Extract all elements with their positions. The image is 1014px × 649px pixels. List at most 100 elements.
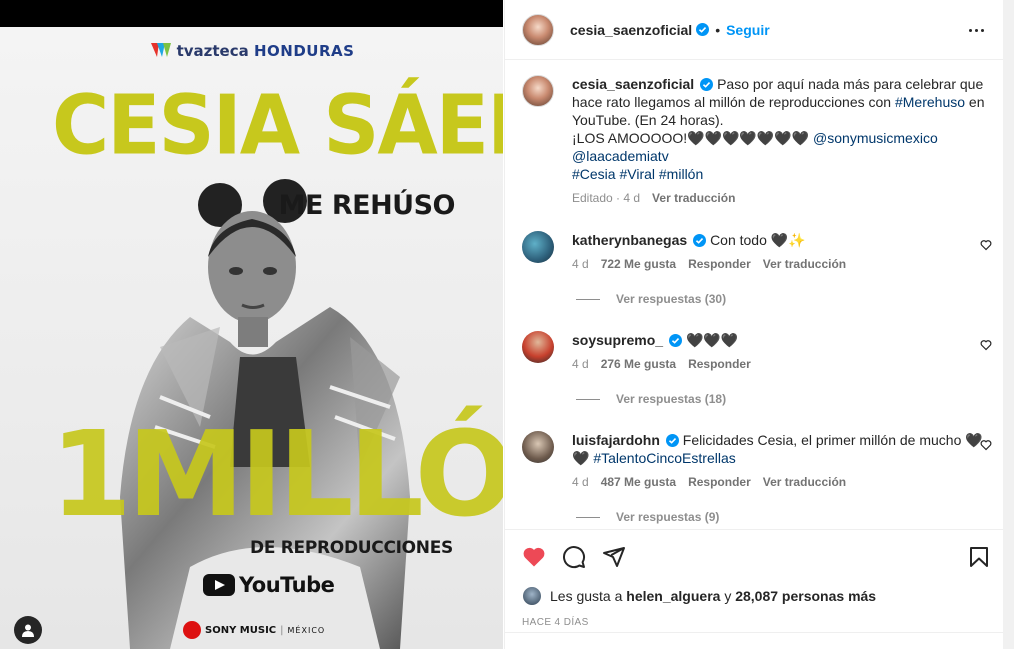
likes-summary: Les gusta a helen_alguera y 28,087 perso… — [522, 586, 876, 606]
more-options-button[interactable] — [966, 20, 986, 40]
caption-text: cesia_saenzoficial Paso por aquí nada má… — [572, 75, 992, 183]
view-replies-button[interactable]: Ver respuestas (30) — [576, 292, 726, 306]
poster-million: 1MILLÓN — [50, 405, 503, 543]
comment-username[interactable]: soysupremo_ — [572, 332, 663, 348]
brand-logo-row: tvazteca HONDURAS — [0, 41, 503, 60]
author-username[interactable]: cesia_saenzoficial — [570, 22, 692, 38]
youtube-play-icon — [203, 574, 235, 596]
comment-likes[interactable]: 722 Me gusta — [601, 257, 676, 271]
mention-laacademiatv[interactable]: @laacademiatv — [572, 148, 669, 164]
youtube-wordmark: YouTube — [239, 573, 335, 597]
comment-item: katherynbanegas Con todo 🖤✨ 4 d 722 Me g… — [522, 231, 992, 271]
sony-wordmark: SONY MUSIC — [205, 624, 277, 636]
poster-subtitle: ME REHÚSO — [278, 190, 456, 221]
translate-button[interactable]: Ver traducción — [763, 475, 846, 489]
brand-hn: HONDURAS — [253, 42, 355, 60]
poster-reproductions: DE REPRODUCCIONES — [250, 538, 453, 558]
comment-meta: 4 d 722 Me gusta Responder Ver traducció… — [572, 257, 992, 271]
comments-list: cesia_saenzoficial Paso por aquí nada má… — [505, 61, 1004, 529]
caption-translate-button[interactable]: Ver traducción — [652, 191, 735, 205]
likes-prefix: Les gusta a — [550, 588, 623, 604]
post-timestamp: HACE 4 DÍAS — [522, 617, 589, 628]
likes-connector: y — [724, 588, 732, 604]
caption: cesia_saenzoficial Paso por aquí nada má… — [522, 75, 992, 205]
view-replies-label: Ver respuestas (30) — [616, 292, 727, 306]
view-replies-button[interactable]: Ver respuestas (18) — [576, 392, 726, 406]
comment-username[interactable]: katherynbanegas — [572, 232, 687, 248]
heart-icon[interactable] — [522, 545, 546, 569]
caption-username[interactable]: cesia_saenzoficial — [572, 76, 694, 92]
liker-username[interactable]: helen_alguera — [626, 588, 720, 604]
verified-icon — [696, 23, 710, 36]
comment-body: Con todo 🖤✨ — [710, 232, 806, 248]
brand-tv: tvazteca — [176, 42, 249, 60]
caption-hashtags[interactable]: #Cesia #Viral #millón — [572, 166, 703, 182]
sony-country: MÉXICO — [287, 625, 326, 635]
comment-text: soysupremo_ 🖤🖤🖤 — [572, 331, 992, 349]
view-replies-label: Ver respuestas (9) — [616, 510, 720, 524]
like-comment-icon[interactable] — [980, 339, 992, 351]
caption-text-3: ¡LOS AMOOOOO!🖤🖤🖤🖤🖤🖤🖤 — [572, 130, 810, 146]
post-header: cesia_saenzoficial • Seguir — [505, 0, 1004, 60]
comment-text: katherynbanegas Con todo 🖤✨ — [572, 231, 992, 249]
likes-text: Les gusta a helen_alguera y 28,087 perso… — [550, 588, 876, 604]
post-image[interactable]: tvazteca HONDURAS CESIA SÁENZ — [0, 27, 503, 649]
comment-likes[interactable]: 276 Me gusta — [601, 357, 676, 371]
comment-username[interactable]: luisfajardohn — [572, 432, 660, 448]
follow-button[interactable]: Seguir — [726, 22, 770, 38]
scrollbar[interactable] — [1003, 0, 1014, 649]
verified-icon — [669, 334, 683, 347]
more-icon — [968, 28, 972, 32]
comment-body: 🖤🖤🖤 — [685, 332, 739, 348]
comment-item: soysupremo_ 🖤🖤🖤 4 d 276 Me gusta Respond… — [522, 331, 992, 371]
sony-music-logo: SONY MUSIC | MÉXICO — [183, 621, 325, 639]
liker-avatar[interactable] — [522, 586, 542, 606]
reply-button[interactable]: Responder — [688, 475, 751, 489]
likes-others-link[interactable]: 28,087 personas más — [735, 588, 876, 604]
youtube-logo: YouTube — [203, 573, 335, 597]
bookmark-icon[interactable] — [967, 545, 991, 569]
hashtag-talentocincoestrellas[interactable]: #TalentoCincoEstrellas — [593, 450, 735, 466]
comment-meta: 4 d 487 Me gusta Responder Ver traducció… — [572, 475, 992, 489]
caption-edited: Editado · 4 d — [572, 191, 641, 205]
caption-meta: Editado · 4 d Ver traducción — [572, 191, 992, 205]
post-image-panel: tvazteca HONDURAS CESIA SÁENZ — [0, 0, 503, 649]
replies-divider — [576, 516, 600, 518]
comment-time: 4 d — [572, 357, 589, 371]
user-tag-button[interactable] — [14, 616, 42, 644]
verified-icon — [665, 434, 679, 447]
comment-time: 4 d — [572, 257, 589, 271]
view-replies-button[interactable]: Ver respuestas (9) — [576, 510, 719, 524]
replies-divider — [576, 298, 600, 300]
verified-icon — [700, 78, 714, 91]
translate-button[interactable]: Ver traducción — [763, 257, 846, 271]
view-replies-label: Ver respuestas (18) — [616, 392, 727, 406]
verified-icon — [693, 234, 707, 247]
mention-sonymusicmexico[interactable]: @sonymusicmexico — [813, 130, 938, 146]
comment-text: luisfajardohn Felicidades Cesia, el prim… — [572, 431, 992, 467]
author-avatar[interactable] — [522, 13, 554, 46]
comment-time: 4 d — [572, 475, 589, 489]
hashtag-merehuso[interactable]: #Merehuso — [895, 94, 965, 110]
reply-button[interactable]: Responder — [688, 357, 751, 371]
comment-avatar[interactable] — [522, 231, 554, 263]
comment-avatar[interactable] — [522, 331, 554, 363]
sony-music-icon — [183, 621, 201, 639]
comment-input-bar[interactable] — [505, 632, 1004, 649]
replies-divider — [576, 398, 600, 400]
sony-separator: | — [280, 624, 284, 636]
reply-button[interactable]: Responder — [688, 257, 751, 271]
post-action-bar — [505, 529, 1004, 585]
comment-item: luisfajardohn Felicidades Cesia, el prim… — [522, 431, 992, 489]
separator-dot: • — [715, 21, 721, 38]
like-comment-icon[interactable] — [980, 239, 992, 251]
comment-icon[interactable] — [562, 545, 586, 569]
comment-avatar[interactable] — [522, 431, 554, 463]
tv-azteca-logo-icon — [150, 43, 171, 57]
caption-avatar[interactable] — [522, 75, 554, 107]
like-comment-icon[interactable] — [980, 439, 992, 451]
comment-likes[interactable]: 487 Me gusta — [601, 475, 676, 489]
comment-meta: 4 d 276 Me gusta Responder — [572, 357, 992, 371]
share-icon[interactable] — [602, 545, 626, 569]
post-sidebar: cesia_saenzoficial • Seguir cesia_saenzo… — [504, 0, 1004, 649]
